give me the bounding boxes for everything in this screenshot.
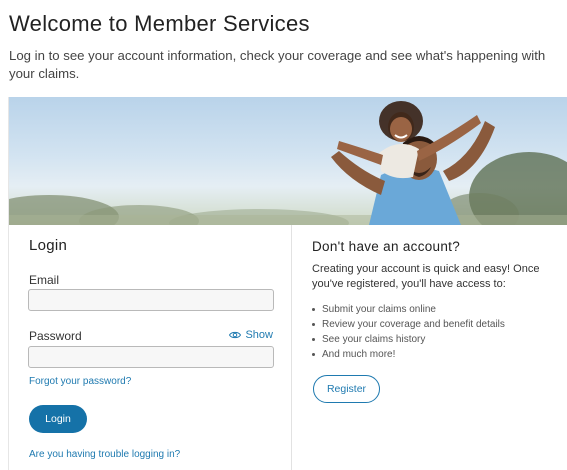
page-title: Welcome to Member Services [9, 11, 310, 36]
login-panel: Login Email Password Show Forgot your pa… [9, 225, 292, 470]
eye-icon [229, 331, 242, 339]
register-title: Don't have an account? [312, 239, 461, 254]
show-password-toggle[interactable]: Show [229, 329, 273, 341]
register-description: Creating your account is quick and easy!… [312, 263, 540, 290]
show-label: Show [245, 329, 273, 341]
register-panel: Don't have an account? Creating your acc… [292, 225, 567, 470]
list-item: Review your coverage and benefit details [312, 317, 505, 332]
list-item: See your claims history [312, 332, 505, 347]
family-photo-illustration [9, 101, 567, 225]
trouble-logging-in-link[interactable]: Are you having trouble logging in? [29, 449, 180, 460]
password-label: Password [29, 329, 82, 343]
register-button[interactable]: Register [313, 375, 380, 403]
intro-text: Log in to see your account information, … [9, 48, 546, 81]
email-field[interactable] [28, 289, 274, 311]
login-title: Login [29, 237, 68, 254]
member-services-card: Login Email Password Show Forgot your pa… [8, 97, 567, 470]
benefits-list: Submit your claims online Review your co… [312, 302, 505, 362]
list-item: And much more! [312, 347, 505, 362]
email-label: Email [29, 273, 60, 287]
list-item: Submit your claims online [312, 302, 505, 317]
hero-image [9, 97, 567, 225]
forgot-password-link[interactable]: Forgot your password? [29, 376, 131, 387]
password-field[interactable] [28, 346, 274, 368]
login-button[interactable]: Login [29, 405, 87, 433]
